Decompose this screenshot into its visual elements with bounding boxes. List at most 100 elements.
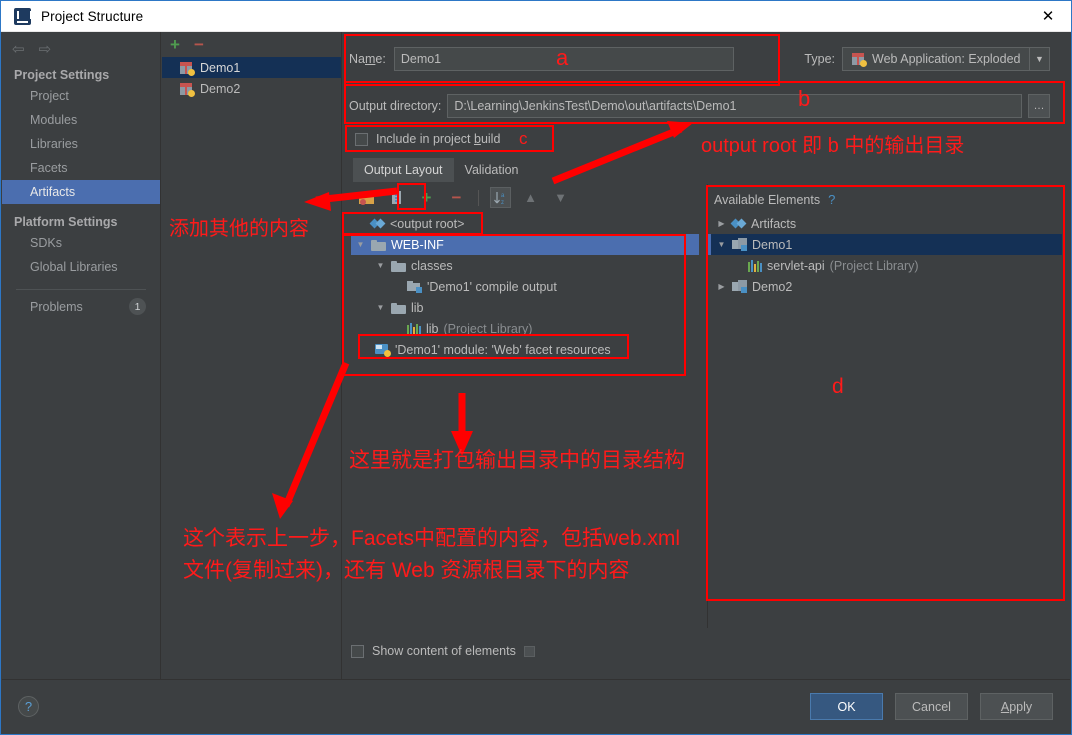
artifact-list-item-demo2[interactable]: Demo2 (162, 78, 341, 99)
module-icon (732, 280, 747, 293)
tree-node-facet-resources[interactable]: 'Demo1' module: 'Web' facet resources (351, 339, 699, 360)
library-icon (748, 259, 762, 272)
available-node-demo1[interactable]: ▼ Demo1 (708, 234, 1062, 255)
tree-twisty[interactable]: ▼ (355, 240, 366, 249)
sidebar-item-global-libraries[interactable]: Global Libraries (2, 255, 160, 279)
tree-twisty[interactable]: ▼ (375, 261, 386, 270)
move-down-icon: ▼ (554, 190, 567, 205)
checkbox-box[interactable] (351, 644, 364, 658)
artifact-list-item-demo1[interactable]: Demo1 (162, 57, 341, 78)
grip-icon[interactable] (523, 645, 535, 657)
output-layout-tree: <output root> ▼ WEB-INF ▼ classes 'Demo1… (351, 213, 699, 360)
sidebar-item-problems[interactable]: Problems 1 (2, 290, 160, 315)
svg-text:a: a (501, 193, 505, 199)
tree-node-label: classes (411, 258, 453, 273)
type-label: Type: (804, 52, 835, 66)
output-directory-row: Output directory: … (349, 94, 1050, 118)
problems-label: Problems (30, 299, 83, 314)
settings-sidebar: ⇦ ⇨ Project Settings Project Modules Lib… (2, 32, 161, 680)
folder-icon (391, 302, 406, 314)
svg-text:z: z (501, 200, 504, 205)
available-node-artifacts[interactable]: ▶ Artifacts (708, 213, 1062, 234)
sidebar-item-sdks[interactable]: SDKs (2, 231, 160, 255)
remove-element-button[interactable]: − (446, 187, 467, 208)
move-down-button[interactable]: ▼ (550, 187, 571, 208)
tree-node-lib-library[interactable]: lib (Project Library) (351, 318, 699, 339)
artifact-type-dropdown[interactable]: Web Application: Exploded ▼ (842, 47, 1050, 71)
available-elements-header: Available Elements ? (708, 184, 1062, 213)
problems-count-badge: 1 (129, 298, 146, 315)
tree-twisty[interactable]: ▶ (716, 219, 727, 228)
sidebar-item-libraries[interactable]: Libraries (2, 132, 160, 156)
tree-node-label: lib (426, 321, 439, 336)
name-label: Name: (349, 52, 386, 66)
tree-node-output-root[interactable]: <output root> (351, 213, 699, 234)
editor-tabs: Output Layout Validation (353, 158, 530, 182)
artifact-name-input[interactable] (393, 47, 734, 71)
sidebar-item-facets[interactable]: Facets (2, 156, 160, 180)
sort-alpha-icon[interactable]: a z (490, 187, 511, 208)
add-element-icon: + (421, 188, 432, 207)
tree-node-compile-output[interactable]: 'Demo1' compile output (351, 276, 699, 297)
library-icon (407, 322, 421, 335)
cancel-button[interactable]: Cancel (895, 693, 968, 720)
include-in-project-build-checkbox[interactable]: Include in project build (355, 132, 500, 146)
move-up-button[interactable]: ▲ (520, 187, 541, 208)
artifacts-diamond-icon (730, 217, 747, 230)
window-title: Project Structure (41, 8, 144, 24)
add-element-button[interactable]: + (416, 187, 437, 208)
available-node-label: Artifacts (751, 216, 797, 231)
add-artifact-button[interactable]: + (170, 36, 180, 53)
move-up-icon: ▲ (524, 190, 537, 205)
sidebar-group-project-settings: Project Settings (14, 68, 110, 82)
checkbox-box[interactable] (355, 132, 368, 146)
output-directory-label: Output directory: (349, 99, 442, 113)
tree-node-lib-folder[interactable]: ▼ lib (351, 297, 699, 318)
toolbar-divider (478, 189, 479, 206)
include-in-project-build-label: Include in project build (376, 132, 501, 146)
chevron-down-icon[interactable]: ▼ (1029, 48, 1049, 70)
tab-output-layout[interactable]: Output Layout (353, 158, 454, 182)
tree-node-web-inf[interactable]: ▼ WEB-INF (351, 234, 699, 255)
output-layout-toolbar: + − a z ▲ ▼ (351, 184, 699, 211)
output-directory-input[interactable] (447, 94, 1022, 118)
remove-artifact-button[interactable]: − (194, 36, 204, 53)
tree-node-suffix: (Project Library) (443, 321, 533, 336)
sidebar-item-modules[interactable]: Modules (2, 108, 160, 132)
sidebar-item-artifacts[interactable]: Artifacts (2, 180, 160, 204)
ok-button[interactable]: OK (810, 693, 883, 720)
help-button[interactable]: ? (18, 696, 39, 717)
help-icon[interactable]: ? (828, 192, 835, 207)
artifact-label: Demo1 (200, 60, 241, 75)
forward-arrow-icon[interactable]: ⇨ (39, 42, 52, 57)
back-arrow-icon[interactable]: ⇦ (12, 42, 25, 57)
create-archive-icon[interactable] (386, 187, 407, 208)
tree-node-label: <output root> (390, 216, 465, 231)
tree-node-label: WEB-INF (391, 237, 444, 252)
tree-twisty[interactable]: ▶ (716, 282, 727, 291)
close-icon[interactable]: ✕ (1025, 1, 1071, 31)
tree-twisty[interactable]: ▼ (716, 240, 727, 249)
facet-resources-icon (375, 343, 391, 357)
sidebar-item-project[interactable]: Project (2, 84, 160, 108)
artifacts-list-panel: + − Demo1 Demo2 (162, 32, 342, 680)
title-bar: Project Structure ✕ (1, 1, 1071, 32)
tree-twisty[interactable]: ▼ (375, 303, 386, 312)
folder-icon (391, 260, 406, 272)
artifact-label: Demo2 (200, 81, 241, 96)
tab-validation[interactable]: Validation (454, 158, 530, 182)
compile-output-icon (407, 280, 422, 293)
artifact-type-value: Web Application: Exploded (872, 52, 1021, 66)
show-content-of-elements-checkbox[interactable]: Show content of elements (351, 644, 535, 658)
apply-button[interactable]: Apply (980, 693, 1053, 720)
tree-node-classes[interactable]: ▼ classes (351, 255, 699, 276)
sidebar-group-platform-settings: Platform Settings (14, 215, 118, 229)
artifact-editor: Name: Type: Web Application: Exploded ▼ … (343, 32, 1070, 680)
module-icon (732, 238, 747, 251)
artifact-icon (179, 82, 195, 97)
project-structure-dialog: Project Structure ✕ ⇦ ⇨ Project Settings… (0, 0, 1072, 735)
available-node-servlet-api[interactable]: servlet-api (Project Library) (708, 255, 1062, 276)
browse-output-directory-button[interactable]: … (1028, 94, 1050, 118)
create-directory-icon[interactable] (356, 187, 377, 208)
available-node-demo2[interactable]: ▶ Demo2 (708, 276, 1062, 297)
